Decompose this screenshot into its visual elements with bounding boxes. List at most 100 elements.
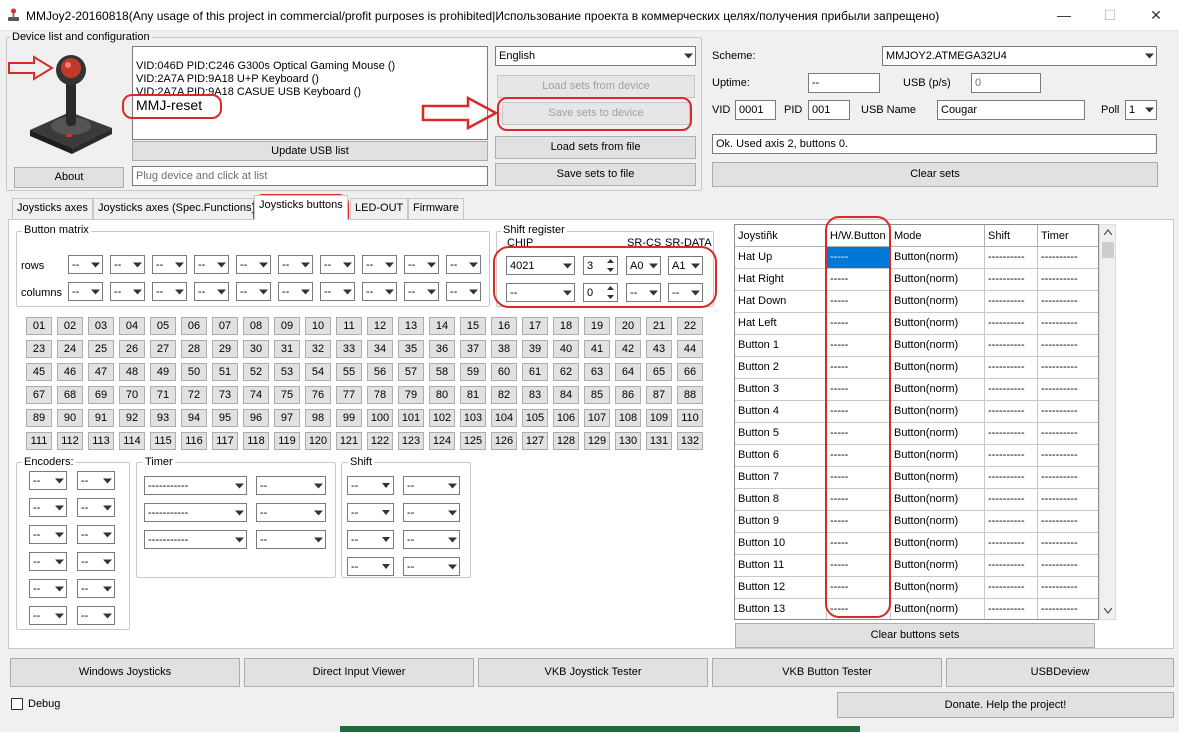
number-button[interactable]: 42 <box>615 340 641 358</box>
row-select[interactable]: -- <box>278 255 313 274</box>
number-button[interactable]: 19 <box>584 317 610 335</box>
scheme-select[interactable]: MMJOY2.ATMEGA32U4 <box>882 46 1157 66</box>
grid-cell-mode[interactable]: Button(norm) <box>891 379 985 401</box>
number-button[interactable]: 34 <box>367 340 393 358</box>
row-select[interactable]: -- <box>362 255 397 274</box>
grid-cell-hw-button[interactable]: ----- <box>827 489 891 511</box>
grid-cell-name[interactable]: Button 6 <box>735 445 827 467</box>
grid-cell-hw-button[interactable]: ----- <box>827 379 891 401</box>
load-sets-from-file-button[interactable]: Load sets from file <box>495 136 696 159</box>
number-button[interactable]: 98 <box>305 409 331 427</box>
grid-cell-name[interactable]: Button 1 <box>735 335 827 357</box>
number-button[interactable]: 123 <box>398 432 424 450</box>
grid-cell-mode[interactable]: Button(norm) <box>891 489 985 511</box>
encoder-select[interactable]: -- <box>29 525 67 544</box>
usb-name-input[interactable]: Cougar <box>937 100 1085 120</box>
grid-cell-hw-button[interactable]: ----- <box>827 247 891 269</box>
number-button[interactable]: 120 <box>305 432 331 450</box>
encoder-select[interactable]: -- <box>77 606 115 625</box>
grid-cell-hw-button[interactable]: ----- <box>827 423 891 445</box>
number-button[interactable]: 32 <box>305 340 331 358</box>
grid-cell-timer[interactable]: ---------- <box>1038 467 1098 489</box>
number-button[interactable]: 20 <box>615 317 641 335</box>
number-button[interactable]: 77 <box>336 386 362 404</box>
number-button[interactable]: 43 <box>646 340 672 358</box>
number-button[interactable]: 107 <box>584 409 610 427</box>
column-select[interactable]: -- <box>362 282 397 301</box>
number-button[interactable]: 29 <box>212 340 238 358</box>
number-button[interactable]: 01 <box>26 317 52 335</box>
grid-cell-shift[interactable]: ---------- <box>985 533 1038 555</box>
number-button[interactable]: 86 <box>615 386 641 404</box>
number-button[interactable]: 13 <box>398 317 424 335</box>
grid-cell-hw-button[interactable]: ----- <box>827 577 891 599</box>
timer-select[interactable]: ----------- <box>144 476 247 495</box>
grid-cell-timer[interactable]: ---------- <box>1038 357 1098 379</box>
number-button[interactable]: 10 <box>305 317 331 335</box>
encoder-select[interactable]: -- <box>29 606 67 625</box>
spin-up-icon[interactable] <box>603 284 617 293</box>
count-spinner[interactable]: 3 <box>583 256 618 275</box>
number-button[interactable]: 81 <box>460 386 486 404</box>
grid-cell-mode[interactable]: Button(norm) <box>891 247 985 269</box>
tab-led-out[interactable]: LED-OUT <box>350 198 409 219</box>
number-button[interactable]: 89 <box>26 409 52 427</box>
grid-cell-mode[interactable]: Button(norm) <box>891 555 985 577</box>
chevron-down-icon[interactable] <box>379 481 393 491</box>
chip-select-2[interactable]: -- <box>506 283 575 302</box>
vkb-button-tester-button[interactable]: VKB Button Tester <box>712 658 942 687</box>
number-button[interactable]: 130 <box>615 432 641 450</box>
number-button[interactable]: 72 <box>181 386 207 404</box>
grid-cell-mode[interactable]: Button(norm) <box>891 423 985 445</box>
number-button[interactable]: 33 <box>336 340 362 358</box>
maximize-button[interactable]: ☐ <box>1087 0 1133 31</box>
number-button[interactable]: 67 <box>26 386 52 404</box>
scroll-up-icon[interactable] <box>1104 229 1112 235</box>
row-select[interactable]: -- <box>194 255 229 274</box>
grid-cell-timer[interactable]: ---------- <box>1038 335 1098 357</box>
grid-cell-shift[interactable]: ---------- <box>985 467 1038 489</box>
encoder-select[interactable]: -- <box>77 579 115 598</box>
column-select[interactable]: -- <box>110 282 145 301</box>
number-button[interactable]: 54 <box>305 363 331 381</box>
number-button[interactable]: 105 <box>522 409 548 427</box>
number-button[interactable]: 71 <box>150 386 176 404</box>
number-button[interactable]: 121 <box>336 432 362 450</box>
number-button[interactable]: 126 <box>491 432 517 450</box>
grid-cell-hw-button[interactable]: ----- <box>827 445 891 467</box>
number-button[interactable]: 36 <box>429 340 455 358</box>
number-button[interactable]: 58 <box>429 363 455 381</box>
grid-cell-timer[interactable]: ---------- <box>1038 489 1098 511</box>
grid-header-hw-button[interactable]: H/W.Button <box>827 225 891 247</box>
row-select[interactable]: -- <box>404 255 439 274</box>
number-button[interactable]: 56 <box>367 363 393 381</box>
grid-cell-name[interactable]: Button 13 <box>735 599 827 619</box>
number-button[interactable]: 76 <box>305 386 331 404</box>
grid-header-timer[interactable]: Timer <box>1038 225 1098 247</box>
number-button[interactable]: 61 <box>522 363 548 381</box>
row-select[interactable]: -- <box>68 255 103 274</box>
grid-cell-shift[interactable]: ---------- <box>985 269 1038 291</box>
number-button[interactable]: 46 <box>57 363 83 381</box>
number-button[interactable]: 125 <box>460 432 486 450</box>
column-select[interactable]: -- <box>446 282 481 301</box>
grid-cell-shift[interactable]: ---------- <box>985 313 1038 335</box>
number-button[interactable]: 132 <box>677 432 703 450</box>
timer-mode-select[interactable]: -- <box>256 530 326 549</box>
grid-cell-shift[interactable]: ---------- <box>985 357 1038 379</box>
status-input[interactable]: Plug device and click at list <box>132 166 488 186</box>
number-button[interactable]: 65 <box>646 363 672 381</box>
number-button[interactable]: 109 <box>646 409 672 427</box>
grid-cell-shift[interactable]: ---------- <box>985 599 1038 619</box>
number-button[interactable]: 49 <box>150 363 176 381</box>
grid-cell-mode[interactable]: Button(norm) <box>891 445 985 467</box>
number-button[interactable]: 92 <box>119 409 145 427</box>
number-button[interactable]: 47 <box>88 363 114 381</box>
column-select[interactable]: -- <box>68 282 103 301</box>
grid-cell-mode[interactable]: Button(norm) <box>891 335 985 357</box>
number-button[interactable]: 41 <box>584 340 610 358</box>
grid-cell-mode[interactable]: Button(norm) <box>891 533 985 555</box>
number-button[interactable]: 101 <box>398 409 424 427</box>
number-button[interactable]: 124 <box>429 432 455 450</box>
number-button[interactable]: 35 <box>398 340 424 358</box>
